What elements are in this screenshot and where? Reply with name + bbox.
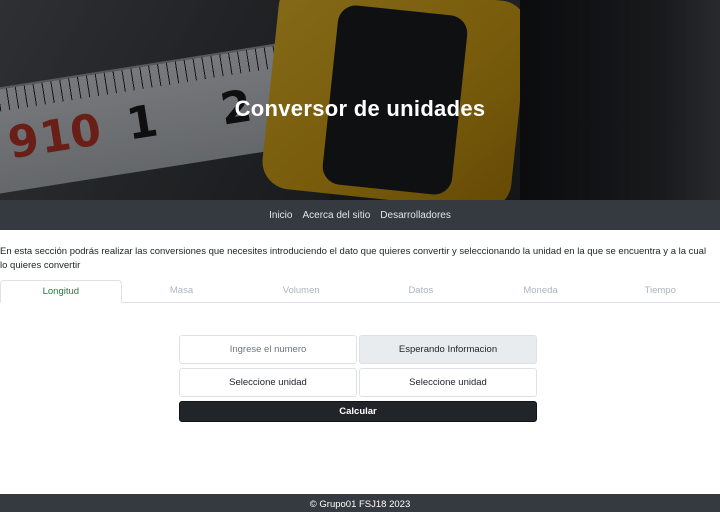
tab-tiempo[interactable]: Tiempo — [600, 280, 720, 302]
tab-masa[interactable]: Masa — [122, 280, 242, 302]
nav-link-desarrolladores[interactable]: Desarrolladores — [380, 210, 451, 221]
page-title: Conversor de unidades — [234, 96, 486, 121]
number-input-wrapper — [179, 335, 357, 364]
tab-moneda[interactable]: Moneda — [481, 280, 601, 302]
nav-link-inicio[interactable]: Inicio — [269, 210, 292, 221]
unit-from-select[interactable]: Seleccione unidad — [179, 368, 357, 397]
number-input[interactable] — [180, 336, 356, 363]
tab-longitud[interactable]: Longitud — [0, 280, 122, 303]
tab-volumen[interactable]: Volumen — [241, 280, 361, 302]
intro-text: En esta sección podrás realizar las conv… — [0, 246, 707, 271]
unit-to-select[interactable]: Seleccione unidad — [359, 368, 537, 397]
main-nav: Inicio Acerca del sitio Desarrolladores — [0, 200, 720, 230]
conversion-tabs: Longitud Masa Volumen Datos Moneda Tiemp… — [0, 280, 720, 303]
calculate-button[interactable]: Calcular — [179, 401, 537, 422]
nav-link-acerca[interactable]: Acerca del sitio — [302, 210, 370, 221]
tab-datos[interactable]: Datos — [361, 280, 481, 302]
hero-banner: 9 10 1 2 3 4 Conversor de unidades — [0, 0, 720, 200]
footer: © Grupo01 FSJ18 2023 — [0, 494, 720, 512]
result-display: Esperando Informacion — [359, 335, 537, 364]
